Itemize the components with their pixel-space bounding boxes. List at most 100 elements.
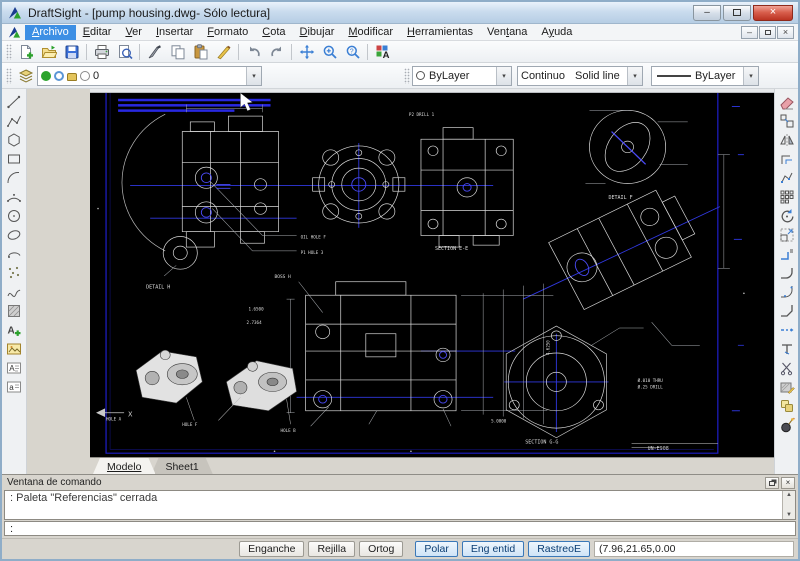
offset-tool-button[interactable] <box>776 149 797 168</box>
ellipse-tool-button[interactable] <box>4 225 25 244</box>
text-tool-button[interactable] <box>4 358 25 377</box>
hatch-tool-button[interactable] <box>4 301 25 320</box>
command-window-header[interactable]: Ventana de comando × <box>2 475 798 490</box>
print-preview-button[interactable] <box>113 42 136 62</box>
format-painter-button[interactable] <box>212 42 235 62</box>
ellipse-arc-tool-button[interactable] <box>4 244 25 263</box>
chevron-down-icon[interactable]: ▾ <box>496 67 511 85</box>
ortho-toggle-button[interactable]: Ortog <box>359 541 403 557</box>
scroll-down-icon[interactable]: ▼ <box>786 511 792 519</box>
pan-icon <box>299 44 315 60</box>
snap-toggle-button[interactable]: Enganche <box>239 541 304 557</box>
command-prompt: : <box>10 523 13 535</box>
chevron-down-icon[interactable]: ▾ <box>627 67 642 85</box>
annotation-styles-button[interactable] <box>371 42 394 62</box>
modify-toolbar <box>774 89 798 474</box>
menu-ventana[interactable]: Ventana <box>480 25 534 40</box>
line-icon <box>6 94 22 110</box>
mirror-tool-button[interactable] <box>776 130 797 149</box>
toolbar-grip[interactable] <box>6 44 12 60</box>
scale-tool-button[interactable] <box>776 225 797 244</box>
minimize-button[interactable]: – <box>693 5 721 21</box>
command-history-scrollbar[interactable]: ▲ ▼ <box>782 491 795 519</box>
weld-tool-button[interactable] <box>776 396 797 415</box>
insert-image-tool-button[interactable] <box>4 339 25 358</box>
title-bar[interactable]: DraftSight - [pump housing.dwg- Sólo lec… <box>2 2 798 24</box>
rotate-tool-button[interactable] <box>776 206 797 225</box>
layers-manager-button[interactable] <box>14 66 37 86</box>
extend-tool-button[interactable] <box>776 320 797 339</box>
spline-tool-button[interactable] <box>4 282 25 301</box>
command-history[interactable]: : Paleta "Referencias" cerrada ▲ ▼ <box>4 490 796 520</box>
arc-3-point-tool-button[interactable] <box>4 187 25 206</box>
point-tool-button[interactable] <box>4 263 25 282</box>
maximize-button[interactable] <box>723 5 751 21</box>
pattern-tool-button[interactable] <box>776 187 797 206</box>
menu-archivo[interactable]: Archivo <box>25 25 76 40</box>
scroll-up-icon[interactable]: ▲ <box>786 491 792 499</box>
menu-ver[interactable]: Ver <box>118 25 149 40</box>
line-color-combo[interactable]: ByLayer ▾ <box>412 66 512 86</box>
toolbar-grip[interactable] <box>404 68 410 84</box>
arc-tool-button[interactable] <box>4 168 25 187</box>
save-button[interactable] <box>60 42 83 62</box>
mdi-restore-button[interactable] <box>759 26 776 39</box>
command-window-close-button[interactable]: × <box>781 477 795 489</box>
explode-tool-button[interactable] <box>776 415 797 434</box>
open-button[interactable] <box>37 42 60 62</box>
command-input[interactable]: : <box>4 521 796 536</box>
menu-herramientas[interactable]: Herramientas <box>400 25 480 40</box>
menu-editar[interactable]: Editar <box>76 25 119 40</box>
copy-button[interactable] <box>166 42 189 62</box>
model-space-canvas[interactable]: DETAIL H OIL HOLE F P1 HOLE 3 P2 DRILL 1… <box>90 93 774 457</box>
chevron-down-icon[interactable]: ▾ <box>246 67 261 85</box>
edit-polyline-tool-button[interactable] <box>776 168 797 187</box>
circle-tool-button[interactable] <box>4 206 25 225</box>
menu-insertar[interactable]: Insertar <box>149 25 200 40</box>
note-tool-button[interactable] <box>4 377 25 396</box>
cut-button[interactable] <box>143 42 166 62</box>
command-window-float-button[interactable] <box>765 477 779 489</box>
zoom-previous-button[interactable] <box>341 42 364 62</box>
line-style-combo[interactable]: Continuo Solid line ▾ <box>517 66 643 86</box>
undo-button[interactable] <box>242 42 265 62</box>
new-button[interactable] <box>14 42 37 62</box>
etrack-toggle-button[interactable]: RastreoE <box>528 541 590 557</box>
polygon-tool-button[interactable] <box>4 130 25 149</box>
edit-hatch-tool-button[interactable] <box>776 377 797 396</box>
polar-toggle-button[interactable]: Polar <box>415 541 458 557</box>
grid-toggle-button[interactable]: Rejilla <box>308 541 355 557</box>
mdi-close-button[interactable]: × <box>777 26 794 39</box>
line-weight-combo[interactable]: ByLayer ▾ <box>651 66 759 86</box>
split-tool-button[interactable] <box>776 358 797 377</box>
trim-tool-button[interactable] <box>776 339 797 358</box>
line-tool-button[interactable] <box>4 92 25 111</box>
fillet-tool-button[interactable] <box>776 282 797 301</box>
esnap-toggle-button[interactable]: Eng entid <box>462 541 524 557</box>
polyline-tool-button[interactable] <box>4 111 25 130</box>
chevron-down-icon[interactable]: ▾ <box>743 67 758 85</box>
tab-sheet1[interactable]: Sheet1 <box>151 458 212 474</box>
make-block-tool-button[interactable] <box>4 320 25 339</box>
paste-button[interactable] <box>189 42 212 62</box>
mdi-minimize-button[interactable]: – <box>741 26 758 39</box>
delete-tool-button[interactable] <box>776 92 797 111</box>
rectangle-tool-button[interactable] <box>4 149 25 168</box>
menu-formato[interactable]: Formato <box>200 25 255 40</box>
chamfer-tool-button[interactable] <box>776 301 797 320</box>
toolbar-grip[interactable] <box>6 68 12 84</box>
tab-modelo[interactable]: Modelo <box>93 458 155 474</box>
menu-modificar[interactable]: Modificar <box>341 25 400 40</box>
menu-cota[interactable]: Cota <box>255 25 292 40</box>
layer-combo[interactable]: 0 ▾ <box>37 66 262 86</box>
copy-entity-tool-button[interactable] <box>776 111 797 130</box>
pan-button[interactable] <box>295 42 318 62</box>
zoom-in-button[interactable] <box>318 42 341 62</box>
close-button[interactable]: × <box>753 5 793 21</box>
redo-button[interactable] <box>265 42 288 62</box>
fillet-arc-tool-button[interactable] <box>776 263 797 282</box>
menu-dibujar[interactable]: Dibujar <box>293 25 342 40</box>
menu-ayuda[interactable]: Ayuda <box>534 25 579 40</box>
stretch-tool-button[interactable] <box>776 244 797 263</box>
print-button[interactable] <box>90 42 113 62</box>
